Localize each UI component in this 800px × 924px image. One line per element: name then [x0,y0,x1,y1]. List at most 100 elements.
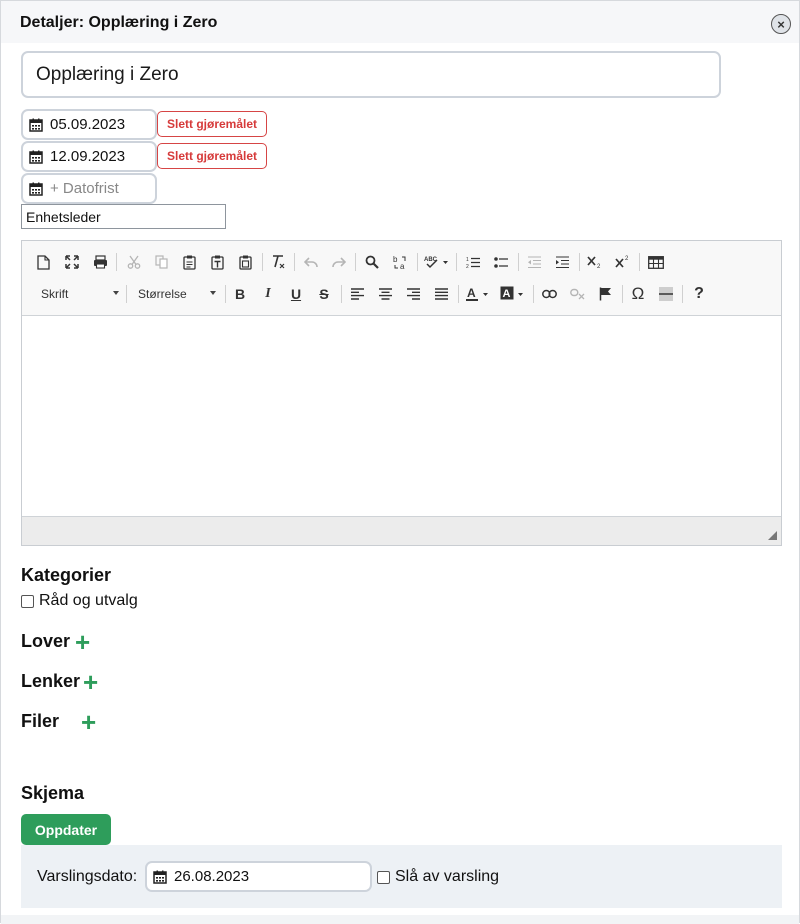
notification-panel: Varslingsdato: 26.08.2023 Slå av varslin… [21,845,782,908]
svg-text:A: A [467,286,476,300]
maximize-icon[interactable] [61,249,83,275]
spellcheck-icon[interactable]: ABC [422,249,452,275]
background-color-icon[interactable]: A [498,281,528,307]
undo-icon[interactable] [300,249,322,275]
table-icon[interactable] [645,249,667,275]
remove-format-icon[interactable] [267,249,289,275]
svg-text:2: 2 [597,264,601,269]
files-heading: Filer [21,711,60,731]
add-file-plus-icon[interactable]: + [81,709,96,735]
calendar-icon [29,182,43,196]
outdent-icon[interactable] [523,249,545,275]
deadline-field[interactable]: + Datofrist [21,173,157,204]
disable-notification-row[interactable]: Slå av varsling [377,868,499,886]
notification-date-label: Varslingsdato: [37,868,138,885]
toolbar-separator [262,253,263,271]
align-right-icon[interactable] [402,281,424,307]
rich-text-editor: ba ABC 12 2 2 Skrift Størrelse B I U S A… [21,240,782,546]
cut-icon[interactable] [123,249,145,275]
print-icon[interactable] [89,249,111,275]
align-center-icon[interactable] [374,281,396,307]
replace-icon[interactable]: ba [389,249,411,275]
links-section: Lenker + [21,669,98,695]
notification-date-value: 26.08.2023 [174,868,250,885]
font-size-combo[interactable]: Størrelse [132,283,220,305]
superscript-icon[interactable]: 2 [612,249,634,275]
category-checkbox[interactable] [21,594,34,608]
editor-status-bar [22,516,781,545]
svg-text:a: a [400,262,405,270]
add-link-plus-icon[interactable]: + [83,669,98,695]
new-page-icon[interactable] [32,249,54,275]
underline-icon[interactable]: U [285,281,307,307]
anchor-flag-icon[interactable] [594,281,616,307]
category-label: Råd og utvalg [39,592,138,609]
laws-heading: Lover [21,631,71,651]
align-left-icon[interactable] [346,281,368,307]
update-button[interactable]: Oppdater [21,814,111,845]
align-justify-icon[interactable] [430,281,452,307]
redo-icon[interactable] [328,249,350,275]
disable-notification-checkbox[interactable] [377,870,390,884]
date-field-2[interactable]: 12.09.2023 [21,141,157,172]
font-size-label: Størrelse [138,287,187,301]
toolbar-separator [682,285,683,303]
chevron-down-icon [210,291,216,295]
task-title-input[interactable] [21,51,721,98]
toolbar-separator [225,285,226,303]
category-checkbox-row[interactable]: Råd og utvalg [21,592,138,610]
copy-icon[interactable] [150,249,172,275]
responsible-role-input[interactable] [21,204,226,229]
find-icon[interactable] [361,249,383,275]
toolbar-separator [341,285,342,303]
special-char-icon[interactable]: Ω [627,281,649,307]
notification-date-field[interactable]: 26.08.2023 [145,861,372,892]
horizontal-line-icon[interactable] [655,281,677,307]
toolbar-separator [622,285,623,303]
toolbar-separator [355,253,356,271]
font-family-label: Skrift [41,287,69,301]
toolbar-separator [126,285,127,303]
strikethrough-icon[interactable]: S [313,281,335,307]
paste-text-icon[interactable] [206,249,228,275]
indent-icon[interactable] [551,249,573,275]
date-field-1[interactable]: 05.09.2023 [21,109,157,140]
toolbar-separator [579,253,580,271]
resize-grip-icon[interactable] [768,531,777,540]
text-color-icon[interactable]: A [463,281,493,307]
subscript-icon[interactable]: 2 [584,249,606,275]
laws-section: Lover + [21,629,90,655]
toolbar-separator [533,285,534,303]
toolbar-separator [116,253,117,271]
help-icon[interactable]: ? [688,281,710,307]
toolbar-separator [458,285,459,303]
deadline-placeholder: + Datofrist [50,180,119,197]
toolbar-separator [518,253,519,271]
disable-notification-label: Slå av varsling [395,868,500,885]
paste-icon[interactable] [178,249,200,275]
svg-text:1: 1 [466,257,469,263]
svg-text:b: b [393,255,398,264]
calendar-icon [153,870,167,884]
dialog-header: Detaljer: Opplæring i Zero × [1,1,799,43]
details-dialog: Detaljer: Opplæring i Zero × 05.09.2023 … [0,0,800,924]
files-section: Filer + [21,709,96,735]
delete-task-button-2[interactable]: Slett gjøremålet [157,143,267,169]
paste-word-icon[interactable] [234,249,256,275]
editor-content-area[interactable] [22,316,781,516]
toolbar-separator [417,253,418,271]
unlink-icon[interactable] [566,281,588,307]
add-law-plus-icon[interactable]: + [75,629,90,655]
font-family-combo[interactable]: Skrift [35,283,123,305]
close-icon[interactable]: × [771,14,791,34]
bullet-list-icon[interactable] [490,249,512,275]
chevron-down-icon [113,291,119,295]
svg-text:A: A [503,288,511,300]
bold-icon[interactable]: B [229,281,251,307]
numbered-list-icon[interactable]: 12 [462,249,484,275]
italic-icon[interactable]: I [257,281,279,307]
link-icon[interactable] [538,281,560,307]
delete-task-button-1[interactable]: Slett gjøremålet [157,111,267,137]
date-value: 05.09.2023 [50,116,126,133]
schema-heading: Skjema [21,783,85,803]
